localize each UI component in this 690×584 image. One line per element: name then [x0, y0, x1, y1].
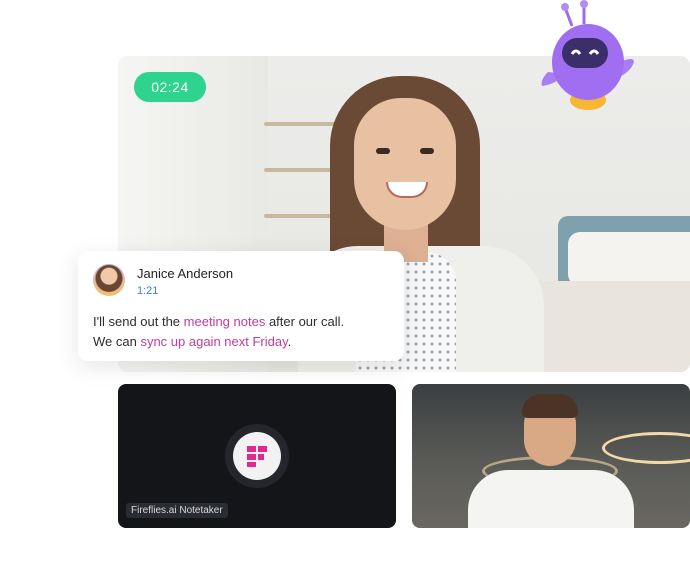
shelf: [264, 214, 338, 218]
participant-label: Fireflies.ai Notetaker: [126, 503, 228, 518]
text-segment: I'll send out the: [93, 314, 184, 329]
call-timer: 02:24: [134, 72, 206, 102]
participant-face: [354, 98, 456, 230]
text-segment: after our call.: [265, 314, 345, 329]
notetaker-video-tile[interactable]: Fireflies.ai Notetaker: [118, 384, 396, 528]
bed: [528, 281, 690, 372]
ceiling-lamp: [602, 432, 690, 464]
robot-mascot-icon: [541, 0, 634, 110]
eye: [376, 148, 390, 154]
text-segment: We can: [93, 334, 141, 349]
participant-shirt: [468, 470, 634, 528]
participant-video-tile[interactable]: [412, 384, 690, 528]
speaker-name: Janice Anderson: [137, 266, 234, 281]
transcript-timestamp[interactable]: 1:21: [137, 285, 158, 297]
avatar: [93, 264, 125, 296]
text-segment: .: [287, 334, 292, 349]
transcript-card: Janice Anderson 1:21 I'll send out the m…: [78, 251, 404, 361]
fireflies-logo-icon: [247, 446, 267, 467]
highlight-meeting-notes[interactable]: meeting notes: [184, 314, 266, 329]
participant-hair: [522, 394, 578, 418]
highlight-sync-up[interactable]: sync up again next Friday: [140, 334, 287, 349]
shelf: [264, 122, 338, 126]
shelf: [264, 168, 338, 172]
transcript-text: I'll send out the meeting notes after ou…: [93, 312, 393, 352]
eye: [420, 148, 434, 154]
bed-pillow: [568, 232, 690, 286]
